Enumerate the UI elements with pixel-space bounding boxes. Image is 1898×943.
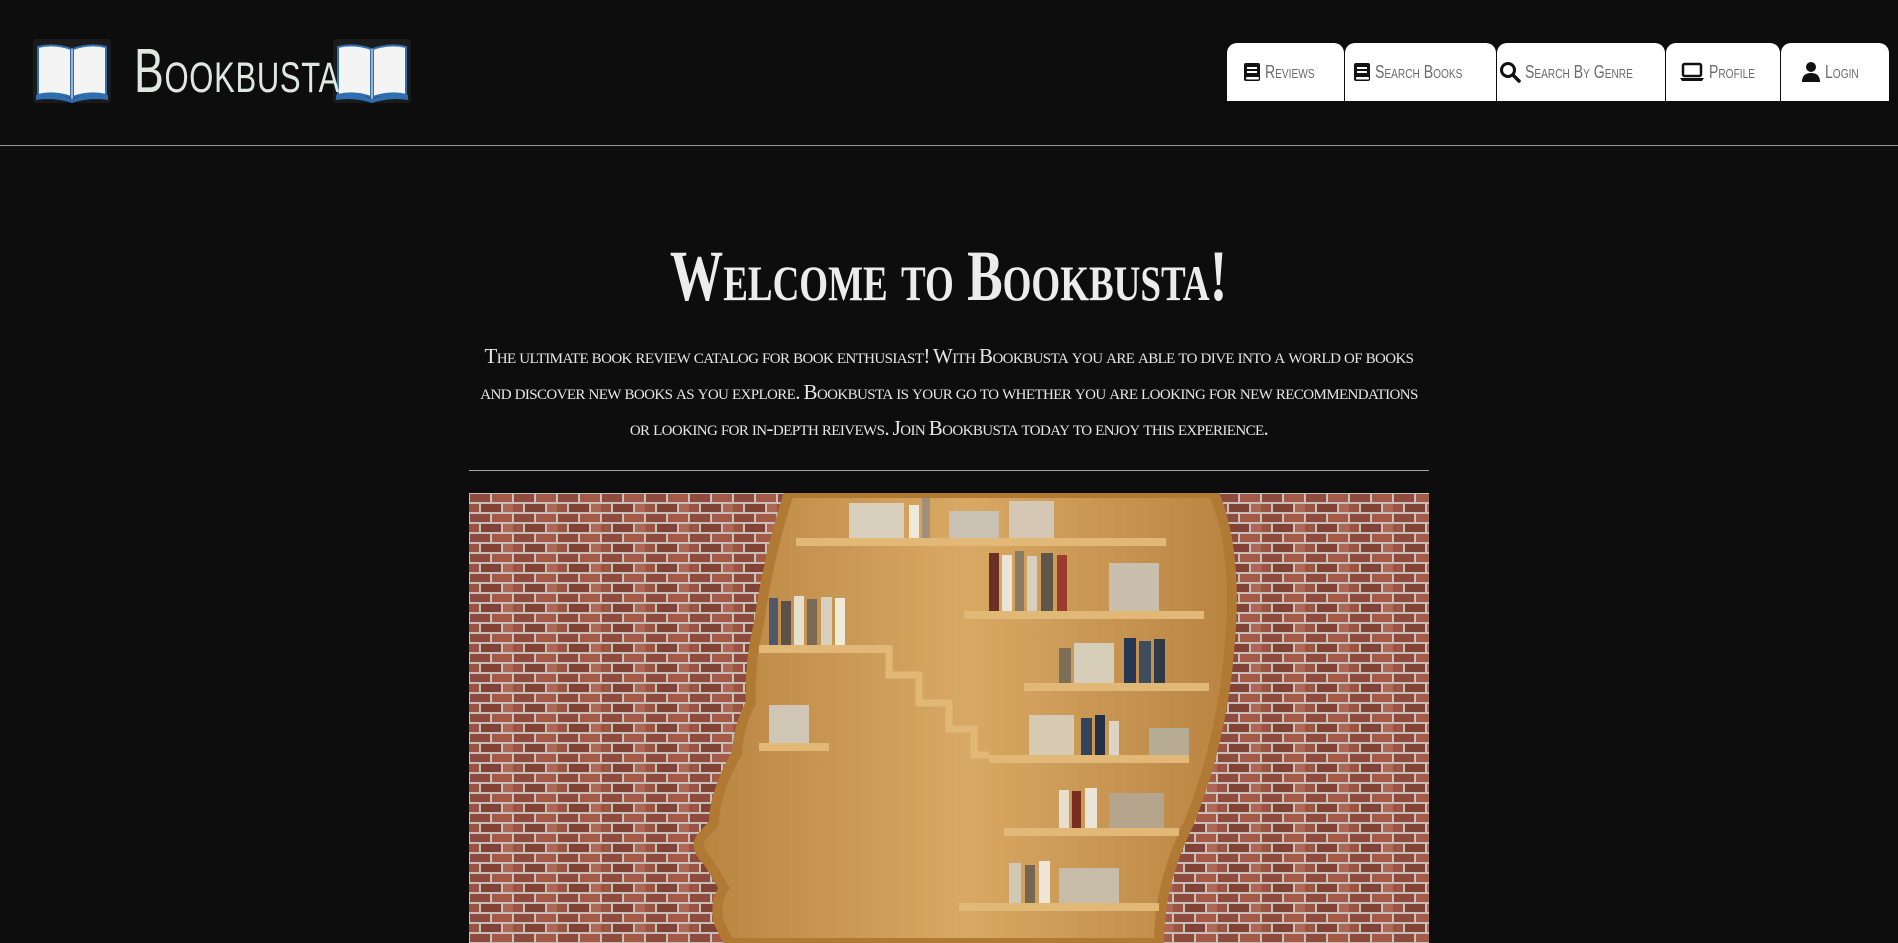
main-nav: Reviews Search Books Search By Genre Pro…	[1227, 43, 1889, 101]
bookshelf-head-illustration	[469, 493, 1429, 943]
search-icon	[1499, 62, 1521, 83]
intro-text: The ultimate book review catalog for boo…	[480, 344, 1418, 440]
main-content: Welcome to Bookbusta! The ultimate book …	[469, 146, 1429, 943]
nav-label: Search Books	[1375, 61, 1463, 82]
site-header: Bookbusta Reviews Search Books Search By…	[0, 0, 1898, 146]
brand-name: Bookbusta	[134, 36, 340, 106]
nav-label: Login	[1825, 61, 1860, 82]
book-icon	[1354, 63, 1371, 81]
nav-reviews[interactable]: Reviews	[1227, 43, 1344, 101]
nav-search-by-genre[interactable]: Search By Genre	[1497, 43, 1665, 101]
open-book-icon	[33, 39, 111, 103]
nav-label: Profile	[1708, 61, 1755, 82]
hero-image	[469, 493, 1429, 943]
page-title-text: Welcome to Bookbusta!	[670, 236, 1228, 316]
book-icon	[1243, 63, 1260, 81]
nav-login[interactable]: Login	[1781, 43, 1889, 101]
page-title: Welcome to Bookbusta!	[469, 236, 1429, 316]
divider	[469, 470, 1429, 471]
open-book-icon	[333, 39, 411, 103]
nav-label: Search By Genre	[1524, 61, 1633, 82]
nav-search-books[interactable]: Search Books	[1345, 43, 1496, 101]
brand[interactable]: Bookbusta	[32, 34, 412, 108]
nav-label: Reviews	[1264, 61, 1315, 82]
user-icon	[1802, 62, 1821, 82]
nav-profile[interactable]: Profile	[1666, 43, 1780, 101]
laptop-icon	[1679, 62, 1704, 81]
